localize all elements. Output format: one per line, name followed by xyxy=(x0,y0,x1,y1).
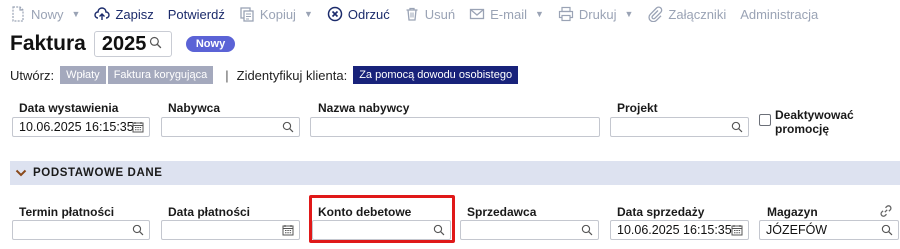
calendar-icon[interactable] xyxy=(281,223,295,237)
search-icon[interactable] xyxy=(131,223,145,237)
identify-client-label: Zidentyfikuj klienta: xyxy=(236,67,348,83)
save-button[interactable]: Zapisz xyxy=(94,0,154,28)
warehouse-input[interactable]: JÓZEFÓW xyxy=(759,220,899,240)
search-icon[interactable] xyxy=(281,120,295,134)
status-badge: Nowy xyxy=(185,36,236,52)
deactivate-line1: Deaktywować xyxy=(775,108,854,122)
project-input[interactable] xyxy=(610,117,749,137)
payments-button[interactable]: Wpłaty xyxy=(60,66,106,84)
reject-icon xyxy=(327,6,343,22)
paperclip-icon xyxy=(647,6,663,22)
buyer-name-label: Nazwa nabywcy xyxy=(318,101,410,115)
section-title: PODSTAWOWE DANE xyxy=(33,167,163,179)
deactivate-promotion-checkbox[interactable] xyxy=(759,114,771,126)
basic-data-section-header[interactable]: PODSTAWOWE DANE xyxy=(10,161,900,185)
delete-button[interactable]: Usuń xyxy=(404,0,455,28)
seller-input[interactable] xyxy=(460,220,599,240)
printer-icon xyxy=(558,6,574,22)
warehouse-value: JÓZEFÓW xyxy=(766,223,828,237)
create-row: Utwórz: Wpłaty Faktura korygująca | Zide… xyxy=(10,65,520,85)
year-field[interactable]: 2025 xyxy=(93,31,172,57)
attachments-button[interactable]: Załączniki xyxy=(647,0,726,28)
calendar-icon[interactable] xyxy=(730,223,744,237)
email-label: E-mail xyxy=(490,6,527,22)
administration-label: Administracja xyxy=(740,6,819,22)
confirm-button[interactable]: Potwierdź xyxy=(168,0,225,28)
payment-term-label: Termin płatności xyxy=(19,205,115,219)
copy-icon xyxy=(239,6,255,22)
chevron-down-icon[interactable] xyxy=(14,166,28,180)
print-dropdown-icon[interactable]: ▼ xyxy=(624,9,633,19)
reject-button[interactable]: Odrzuć xyxy=(327,0,390,28)
new-button[interactable]: Nowy ▼ xyxy=(10,0,80,28)
payment-date-input[interactable] xyxy=(161,220,300,240)
buyer-name-input[interactable] xyxy=(310,117,600,137)
warehouse-label: Magazyn xyxy=(767,205,818,219)
copy-button[interactable]: Kopiuj ▼ xyxy=(239,0,313,28)
issue-date-value: 10.06.2025 16:15:35 xyxy=(19,120,134,134)
page-title: Faktura xyxy=(10,32,86,55)
year-value: 2025 xyxy=(101,32,147,55)
print-button[interactable]: Drukuj ▼ xyxy=(558,0,633,28)
search-icon[interactable] xyxy=(880,223,894,237)
administration-button[interactable]: Administracja xyxy=(740,0,818,28)
buyer-label: Nabywca xyxy=(168,101,221,115)
print-label: Drukuj xyxy=(578,6,617,22)
seller-label: Sprzedawca xyxy=(467,205,537,219)
correction-invoice-button[interactable]: Faktura korygująca xyxy=(107,66,214,84)
deactivate-promotion-label: Deaktywować promocję xyxy=(775,108,854,136)
identify-by-id-button[interactable]: Za pomocą dowodu osobistego xyxy=(353,66,519,84)
new-document-icon xyxy=(10,6,26,22)
payment-term-input[interactable] xyxy=(12,220,150,240)
payment-date-label: Data płatności xyxy=(168,205,251,219)
search-icon[interactable] xyxy=(730,120,744,134)
trash-icon xyxy=(404,6,420,22)
separator: | xyxy=(225,67,229,83)
email-button[interactable]: E-mail ▼ xyxy=(469,0,544,28)
new-dropdown-icon[interactable]: ▼ xyxy=(72,9,81,19)
confirm-label: Potwierdź xyxy=(167,6,225,22)
issue-date-input[interactable]: 10.06.2025 16:15:35 xyxy=(12,117,150,137)
issue-date-label: Data wystawienia xyxy=(19,101,119,115)
debit-account-highlight xyxy=(309,195,455,243)
cloud-upload-icon xyxy=(94,6,111,22)
project-label: Projekt xyxy=(617,101,658,115)
create-label: Utwórz: xyxy=(10,67,55,83)
copy-label: Kopiuj xyxy=(259,6,296,22)
buyer-input[interactable] xyxy=(161,117,300,137)
email-dropdown-icon[interactable]: ▼ xyxy=(535,9,544,19)
title-row: Faktura 2025 Nowy xyxy=(10,30,236,58)
link-icon[interactable] xyxy=(879,204,893,218)
attachments-label: Załączniki xyxy=(668,6,727,22)
save-label: Zapisz xyxy=(115,6,154,22)
sale-date-label: Data sprzedaży xyxy=(617,205,705,219)
search-icon[interactable] xyxy=(580,223,594,237)
calendar-icon[interactable] xyxy=(131,120,145,134)
deactivate-line2: promocję xyxy=(775,122,830,136)
reject-label: Odrzuć xyxy=(347,6,390,22)
toolbar: Nowy ▼ Zapisz Potwierdź Kopiuj ▼ Odrzuć … xyxy=(0,0,900,28)
sale-date-value: 10.06.2025 16:15:35 xyxy=(617,223,732,237)
mail-icon xyxy=(469,6,485,22)
delete-label: Usuń xyxy=(424,6,456,22)
copy-dropdown-icon[interactable]: ▼ xyxy=(304,9,313,19)
sale-date-input[interactable]: 10.06.2025 16:15:35 xyxy=(610,220,749,240)
new-label: Nowy xyxy=(31,6,64,22)
search-icon[interactable] xyxy=(149,36,162,52)
